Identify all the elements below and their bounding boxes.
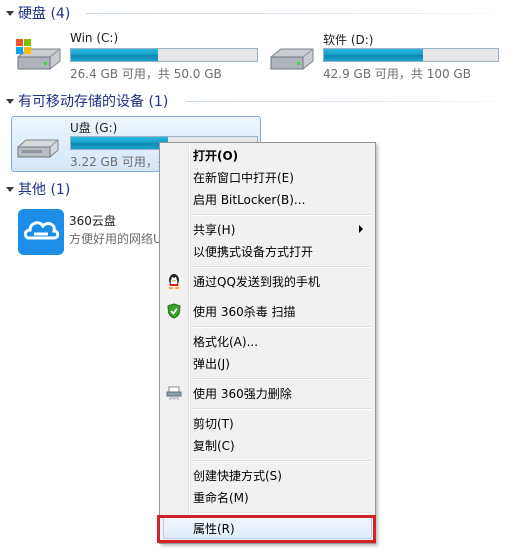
menu-item-send-via-qq[interactable]: 通过QQ发送到我的手机 [162, 270, 373, 292]
shredder-icon [166, 386, 182, 400]
menu-item-label: 重命名(M) [193, 490, 249, 505]
drive-d[interactable]: 软件 (D:) 42.9 GB 可用，共 100 GB [267, 31, 510, 81]
drive-free-space: 3.22 GB 可用，共 [70, 155, 170, 169]
menu-item-label: 复制(C) [193, 438, 235, 453]
collapse-chevron-icon[interactable] [6, 187, 14, 192]
menu-item-eject[interactable]: 弹出(J) [162, 352, 373, 374]
submenu-arrow-icon [359, 225, 363, 233]
menu-separator [191, 512, 372, 514]
menu-item-label: 弹出(J) [193, 356, 230, 371]
item-description: 方便好用的网络U [69, 232, 161, 246]
section-hard-disks-header[interactable]: 硬盘 (4) [6, 3, 70, 23]
360-cloud-icon [18, 209, 64, 255]
menu-item-label: 以便携式设备方式打开 [193, 244, 314, 259]
drive-name: 软件 (D:) [323, 33, 374, 47]
drive-usage-fill [71, 49, 159, 61]
windows-drive-icon [16, 39, 61, 70]
menu-separator [191, 214, 372, 216]
highlight-annotation-box [157, 515, 376, 543]
drive-c[interactable]: Win (C:) 26.4 GB 可用，共 50.0 GB [14, 31, 264, 81]
drive-free-space: 42.9 GB 可用，共 100 GB [323, 67, 471, 81]
menu-item-label: 打开(O) [193, 148, 239, 163]
section-title: 其他 (1) [18, 182, 71, 198]
section-other-header[interactable]: 其他 (1) [6, 179, 70, 199]
usb-drive-icon [17, 139, 59, 158]
menu-item-label: 使用 360杀毒 扫描 [193, 304, 296, 319]
drive-usage-fill [71, 137, 168, 149]
menu-item-360-force-delete[interactable]: 使用 360强力删除 [162, 382, 373, 404]
menu-item-label: 使用 360强力删除 [193, 386, 292, 401]
menu-item-label: 剪切(T) [193, 416, 234, 431]
menu-item-enable-bitlocker[interactable]: 启用 BitLocker(B)... [162, 188, 373, 210]
menu-separator [191, 460, 372, 462]
drive-name: Win (C:) [70, 31, 119, 45]
drive-usage-bar [323, 48, 499, 62]
menu-item-360-scan[interactable]: 使用 360杀毒 扫描 [162, 300, 373, 322]
menu-item-cut[interactable]: 剪切(T) [162, 412, 373, 434]
hard-drive-icon [270, 48, 314, 70]
menu-item-open-as-portable[interactable]: 以便携式设备方式打开 [162, 240, 373, 262]
menu-item-label: 通过QQ发送到我的手机 [193, 274, 320, 289]
collapse-chevron-icon[interactable] [6, 11, 14, 16]
menu-separator [191, 408, 372, 410]
collapse-chevron-icon[interactable] [6, 99, 14, 104]
menu-item-create-shortcut[interactable]: 创建快捷方式(S) [162, 464, 373, 486]
qq-penguin-icon [168, 274, 180, 289]
menu-item-open[interactable]: 打开(O) [162, 144, 373, 166]
drive-free-space: 26.4 GB 可用，共 50.0 GB [70, 67, 222, 81]
menu-item-format[interactable]: 格式化(A)... [162, 330, 373, 352]
menu-item-open-new-window[interactable]: 在新窗口中打开(E) [162, 166, 373, 188]
context-menu: 打开(O) 在新窗口中打开(E) 启用 BitLocker(B)... 共享(H… [159, 142, 376, 544]
item-name: 360云盘 [69, 214, 116, 228]
section-divider [186, 101, 510, 102]
menu-separator [191, 326, 372, 328]
drive-usage-bar [70, 48, 258, 62]
drive-usage-fill [324, 49, 424, 61]
menu-item-label: 共享(H) [193, 222, 236, 237]
section-removable-header[interactable]: 有可移动存储的设备 (1) [6, 91, 168, 111]
menu-item-label: 在新窗口中打开(E) [193, 170, 294, 185]
menu-separator [191, 266, 372, 268]
360-antivirus-shield-icon [167, 303, 181, 319]
menu-item-label: 创建快捷方式(S) [193, 468, 282, 483]
section-title: 有可移动存储的设备 (1) [18, 94, 169, 110]
menu-item-share[interactable]: 共享(H) [162, 218, 373, 240]
menu-item-label: 格式化(A)... [193, 334, 259, 349]
section-title: 硬盘 (4) [18, 6, 71, 22]
menu-item-label: 启用 BitLocker(B)... [193, 192, 306, 207]
menu-separator [191, 378, 372, 380]
section-divider [86, 13, 510, 14]
menu-item-copy[interactable]: 复制(C) [162, 434, 373, 456]
drive-name: U盘 (G:) [70, 121, 118, 135]
menu-item-rename[interactable]: 重命名(M) [162, 486, 373, 508]
